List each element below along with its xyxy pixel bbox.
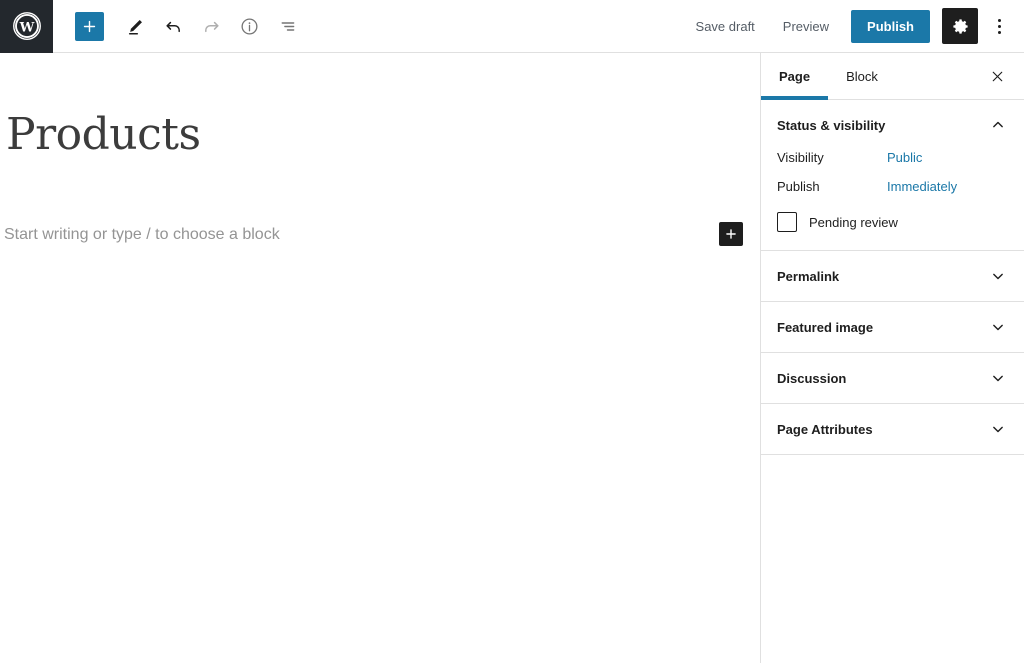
undo-button[interactable] <box>155 8 191 44</box>
panel-status-and-visibility-body: Visibility Public Publish Immediately Pe… <box>761 150 1024 250</box>
plus-icon <box>83 20 96 32</box>
chevron-down-icon <box>993 426 1003 433</box>
close-icon <box>992 71 1002 81</box>
panel-status-and-visibility: Status & visibility Visibility Public Pu… <box>761 100 1024 251</box>
preview-button[interactable]: Preview <box>771 11 841 42</box>
info-icon <box>240 17 258 35</box>
inline-block-inserter-button[interactable] <box>719 222 743 246</box>
settings-sidebar: Page Block Status & visibility Visibilit… <box>760 53 1024 663</box>
panel-discussion-header[interactable]: Discussion <box>761 353 1024 403</box>
pencil-icon <box>128 19 142 35</box>
panel-status-and-visibility-header[interactable]: Status & visibility <box>761 100 1024 150</box>
pending-review-row: Pending review <box>777 212 1008 232</box>
panel-title: Featured image <box>777 319 874 335</box>
wordpress-block-editor: W Save draft Preview Publish Products St… <box>0 0 1024 663</box>
close-sidebar-button[interactable] <box>982 61 1012 91</box>
dot <box>997 30 1001 34</box>
panel-title: Status & visibility <box>777 117 886 133</box>
panel-title: Permalink <box>777 268 840 284</box>
panel-permalink-header[interactable]: Permalink <box>761 251 1024 301</box>
details-button[interactable] <box>231 8 267 44</box>
settings-button[interactable] <box>942 8 978 44</box>
dot <box>997 24 1001 28</box>
block-placeholder-text[interactable]: Start writing or type / to choose a bloc… <box>4 226 280 244</box>
editor-canvas[interactable]: Products Start writing or type / to choo… <box>0 53 760 663</box>
panel-featured-image-header[interactable]: Featured image <box>761 302 1024 352</box>
svg-text:W: W <box>18 21 34 36</box>
publish-row: Publish Immediately <box>777 179 1008 194</box>
chevron-down-icon <box>993 375 1003 382</box>
visibility-row: Visibility Public <box>777 150 1008 165</box>
publish-value-button[interactable]: Immediately <box>887 179 957 194</box>
add-block-button[interactable] <box>75 11 104 41</box>
tab-block[interactable]: Block <box>828 53 896 99</box>
publish-button[interactable]: Publish <box>851 9 930 43</box>
header-toolbar-left <box>53 0 305 53</box>
panel-discussion: Discussion <box>761 353 1024 404</box>
panel-page-attributes-header[interactable]: Page Attributes <box>761 404 1024 454</box>
panel-permalink: Permalink <box>761 251 1024 302</box>
more-vertical-icon[interactable] <box>984 8 1014 44</box>
header-toolbar-right: Save draft Preview Publish <box>684 0 1024 53</box>
dot <box>997 18 1001 22</box>
chevron-down-icon <box>993 273 1003 280</box>
list-view-icon <box>281 21 294 31</box>
chevron-down-icon <box>993 324 1003 331</box>
editor-header: W Save draft Preview Publish <box>0 0 1024 53</box>
page-title[interactable]: Products <box>6 110 201 159</box>
panel-page-attributes: Page Attributes <box>761 404 1024 455</box>
panel-featured-image: Featured image <box>761 302 1024 353</box>
sidebar-tabs: Page Block <box>761 53 1024 100</box>
publish-label: Publish <box>777 179 820 194</box>
list-view-button[interactable] <box>269 8 305 44</box>
undo-icon <box>165 21 180 32</box>
tab-page[interactable]: Page <box>761 53 829 100</box>
tools-button[interactable] <box>117 8 153 44</box>
visibility-label: Visibility <box>777 150 824 165</box>
wordpress-logo-icon[interactable]: W <box>0 0 53 53</box>
redo-icon <box>204 21 219 32</box>
chevron-up-icon <box>993 121 1003 128</box>
panel-title: Discussion <box>777 370 847 386</box>
panel-title: Page Attributes <box>777 421 873 437</box>
pending-review-checkbox[interactable] <box>777 212 797 232</box>
pending-review-label[interactable]: Pending review <box>809 215 898 230</box>
visibility-value-button[interactable]: Public <box>887 150 922 165</box>
gear-icon <box>952 18 968 34</box>
save-draft-button[interactable]: Save draft <box>684 11 767 42</box>
plus-icon <box>726 229 736 239</box>
redo-button[interactable] <box>193 8 229 44</box>
